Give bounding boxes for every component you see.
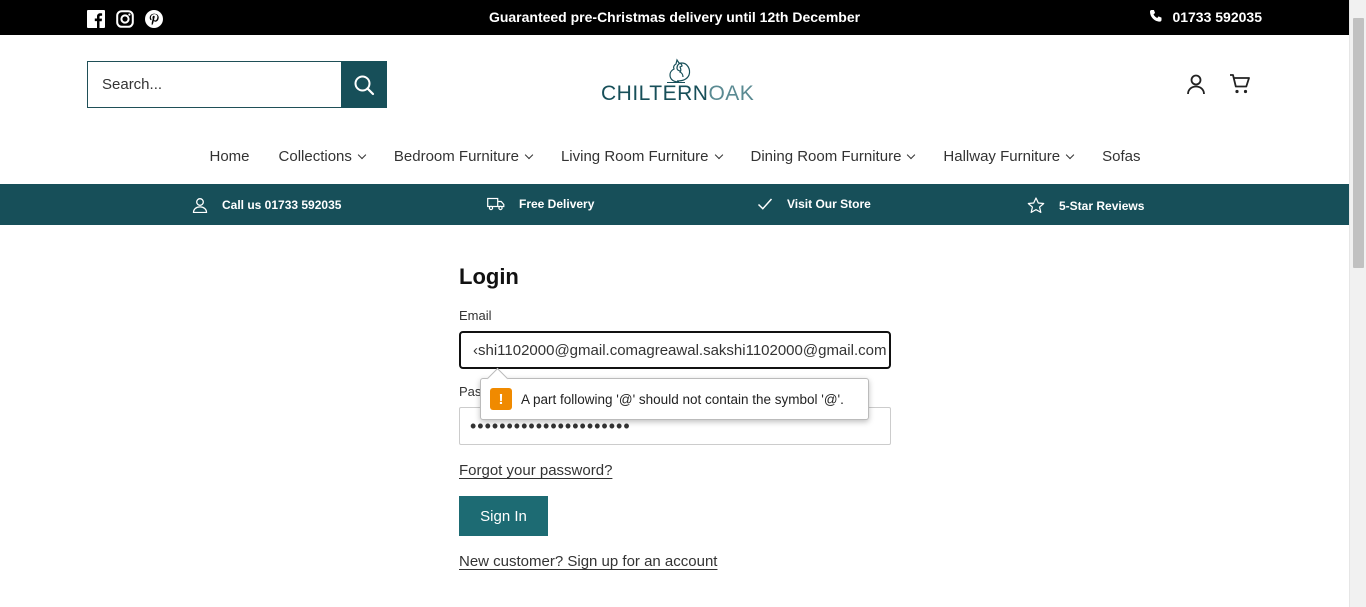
- chevron-down-icon: [357, 150, 367, 159]
- usp-delivery[interactable]: Free Delivery: [487, 197, 594, 211]
- nav-item-home[interactable]: Home: [195, 148, 264, 165]
- usp-label: Call us 01733 592035: [222, 198, 342, 212]
- usp-label: Free Delivery: [519, 197, 595, 211]
- squirrel-logo-icon: [667, 58, 691, 83]
- nav-item-label: Dining Room Furniture: [750, 148, 902, 165]
- nav-item-label: Collections: [278, 148, 352, 165]
- usp-label: Visit Our Store: [787, 197, 871, 211]
- chevron-down-icon: [1065, 150, 1075, 159]
- usp-bar: Call us 01733 592035 Free Delivery Visit…: [0, 184, 1349, 225]
- search-form: [87, 61, 387, 108]
- search-input[interactable]: [87, 61, 341, 108]
- nav-item-label: Sofas: [1102, 148, 1141, 165]
- header-icons: [1185, 73, 1251, 100]
- nav-item-sofas[interactable]: Sofas: [1087, 148, 1154, 165]
- usp-store[interactable]: Visit Our Store: [757, 197, 871, 211]
- page-scrollbar[interactable]: [1349, 0, 1366, 607]
- chevron-down-icon: [714, 150, 723, 159]
- sign-in-button[interactable]: Sign In: [459, 496, 548, 536]
- phone-icon: [1150, 10, 1162, 22]
- usp-call[interactable]: Call us 01733 592035: [192, 197, 341, 213]
- chevron-down-icon: [524, 150, 534, 159]
- search-button[interactable]: [341, 61, 387, 108]
- announcement-text: Guaranteed pre-Christmas delivery until …: [488, 9, 861, 25]
- nav-item-dining-room-furniture[interactable]: Dining Room Furniture: [736, 148, 929, 165]
- phone-number: 01733 592035: [1172, 9, 1262, 25]
- chevron-down-icon: [907, 150, 916, 159]
- header-phone[interactable]: 01733 592035: [1148, 9, 1262, 25]
- usp-label: 5-Star Reviews: [1059, 198, 1145, 213]
- logo-wordmark: CHILTERNOAK: [601, 82, 754, 106]
- nav-item-label: Living Room Furniture: [560, 148, 709, 165]
- password-label: Pas: [459, 384, 482, 399]
- nav-item-bedroom-furniture[interactable]: Bedroom Furniture: [379, 148, 546, 165]
- account-icon[interactable]: [1185, 73, 1207, 100]
- validation-message: A part following '@' should not contain …: [521, 391, 844, 407]
- email-field[interactable]: ‹shi1102000@gmail.comagreawal.sakshi1102…: [459, 331, 891, 369]
- logo-wordmark-bold: CHILTERN: [601, 82, 709, 105]
- nav-item-collections[interactable]: Collections: [264, 148, 379, 165]
- nav-item-hallway-furniture[interactable]: Hallway Furniture: [928, 148, 1087, 165]
- person-icon: [192, 198, 208, 213]
- announcement-bar: Guaranteed pre-Christmas delivery until …: [0, 0, 1349, 35]
- check-icon: [757, 198, 773, 210]
- nav-item-label: Home: [209, 148, 250, 165]
- email-label: Email: [459, 308, 492, 323]
- logo-wordmark-light: OAK: [708, 82, 755, 105]
- site-logo[interactable]: CHILTERNOAK: [601, 54, 754, 110]
- scrollbar-thumb[interactable]: [1353, 18, 1364, 268]
- nav-item-living-room-furniture[interactable]: Living Room Furniture: [546, 148, 736, 165]
- validation-tooltip: ! A part following '@' should not contai…: [480, 378, 869, 420]
- star-icon: [1027, 197, 1045, 213]
- search-icon: [354, 75, 375, 95]
- forgot-password-link[interactable]: Forgot your password?: [459, 462, 612, 479]
- nav-item-label: Bedroom Furniture: [393, 148, 519, 165]
- page-title: Login: [459, 264, 519, 289]
- usp-reviews[interactable]: 5-Star Reviews: [1027, 197, 1144, 214]
- cart-icon[interactable]: [1229, 73, 1251, 100]
- nav-item-label: Hallway Furniture: [943, 148, 1061, 165]
- warning-icon: !: [490, 388, 512, 410]
- truck-icon: [487, 197, 505, 211]
- main-nav: Home Collections Bedroom Furniture Livin…: [0, 148, 1349, 165]
- signup-link[interactable]: New customer? Sign up for an account: [459, 553, 717, 570]
